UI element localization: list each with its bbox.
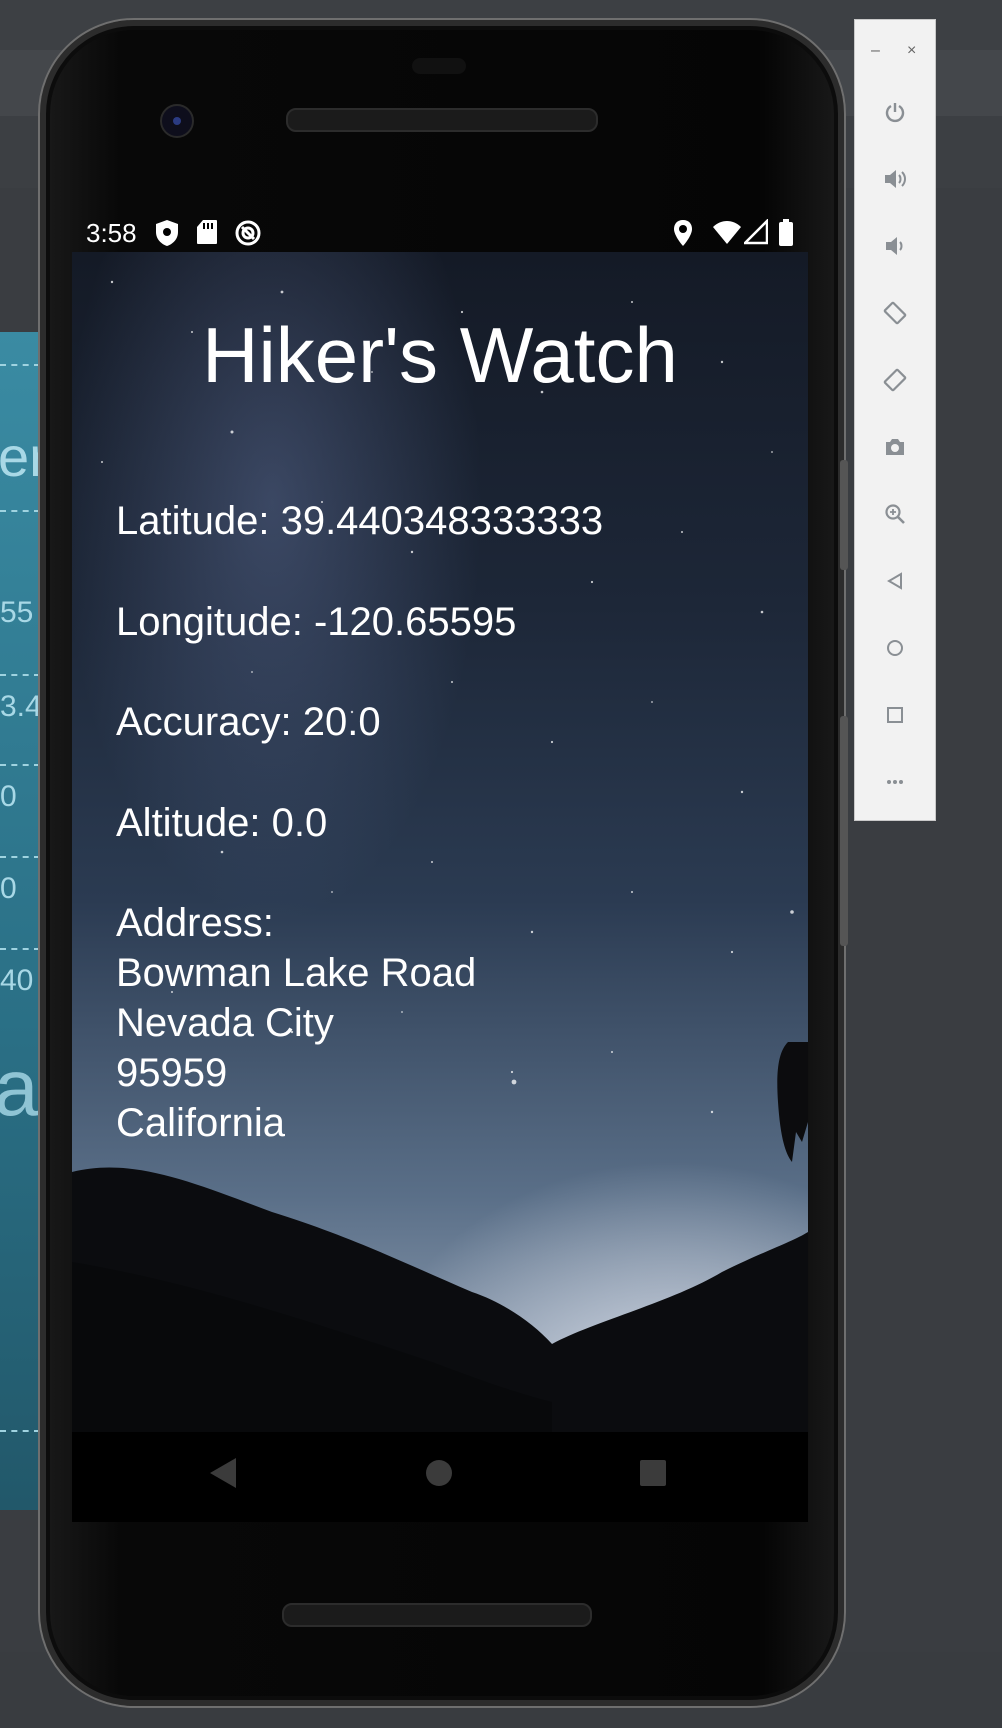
- camera-icon[interactable]: [877, 429, 913, 465]
- preview-text: 55: [0, 596, 34, 629]
- volume-down-icon[interactable]: [877, 228, 913, 264]
- preview-guide-line: [0, 1430, 40, 1432]
- preview-text: er: [0, 425, 40, 488]
- sd-card-icon: [196, 219, 218, 252]
- address-postal-code: 95959: [116, 1051, 228, 1095]
- app-title: Hiker's Watch: [202, 311, 678, 399]
- emulator-toolbar: – ×: [854, 19, 936, 821]
- wifi-icon: [712, 219, 742, 252]
- location-pin-icon: [672, 219, 694, 254]
- location-info-panel: Hiker's Watch Latitude: 39.440348333333 …: [72, 252, 808, 1432]
- zoom-icon[interactable]: [877, 496, 913, 532]
- preview-guide-line: [0, 948, 40, 950]
- overview-icon[interactable]: [877, 697, 913, 733]
- preview-text: 0: [0, 780, 17, 813]
- preview-text: 0: [0, 872, 17, 905]
- address-state: California: [116, 1101, 285, 1145]
- address-street: Bowman Lake Road: [116, 951, 477, 995]
- more-icon[interactable]: [877, 764, 913, 800]
- close-button[interactable]: ×: [907, 42, 916, 60]
- rotate-right-icon[interactable]: [877, 362, 913, 398]
- address-city: Nevada City: [116, 1001, 334, 1045]
- address-block: Address: Bowman Lake Road Nevada City 95…: [116, 898, 476, 1148]
- device-volume-key[interactable]: [840, 716, 848, 946]
- home-icon[interactable]: [877, 630, 913, 666]
- preview-text: 40 :: [0, 964, 40, 997]
- shield-icon: [154, 219, 180, 254]
- nav-recents-icon[interactable]: [638, 1456, 668, 1495]
- preview-guide-line: [0, 364, 40, 366]
- preview-guide-line: [0, 764, 40, 766]
- longitude-label: Longitude: -120.65595: [116, 600, 517, 644]
- power-icon[interactable]: [877, 94, 913, 130]
- minimize-button[interactable]: –: [871, 42, 880, 60]
- bottom-speaker: [282, 1603, 592, 1627]
- preview-guide-line: [0, 510, 40, 512]
- cell-signal-icon: [741, 217, 769, 252]
- volume-up-icon[interactable]: [877, 161, 913, 197]
- latitude-label: Latitude: 39.440348333333: [116, 499, 604, 543]
- status-bar: 3:58: [72, 210, 808, 258]
- address-label: Address:: [116, 901, 274, 945]
- front-camera-icon: [160, 104, 194, 138]
- back-icon[interactable]: [877, 563, 913, 599]
- sync-icon: [234, 219, 262, 254]
- device-power-key[interactable]: [840, 460, 848, 570]
- accuracy-label: Accuracy: 20.0: [116, 700, 381, 744]
- app-screen: Hiker's Watch Latitude: 39.440348333333 …: [72, 252, 808, 1432]
- nav-back-icon[interactable]: [208, 1456, 238, 1495]
- rotate-left-icon[interactable]: [877, 295, 913, 331]
- layout-preview: er 55 3.4 0 0 40 : a: [0, 332, 40, 1510]
- navigation-bar: [72, 1432, 808, 1522]
- preview-text: a: [0, 1043, 39, 1132]
- altitude-label: Altitude: 0.0: [116, 801, 328, 845]
- preview-guide-line: [0, 674, 40, 676]
- earpiece-speaker: [286, 108, 598, 132]
- status-time: 3:58: [86, 218, 137, 248]
- proximity-sensor: [412, 58, 466, 74]
- preview-guide-line: [0, 856, 40, 858]
- nav-home-icon[interactable]: [424, 1456, 454, 1495]
- battery-icon: [778, 219, 794, 254]
- preview-text: 3.4: [0, 690, 40, 723]
